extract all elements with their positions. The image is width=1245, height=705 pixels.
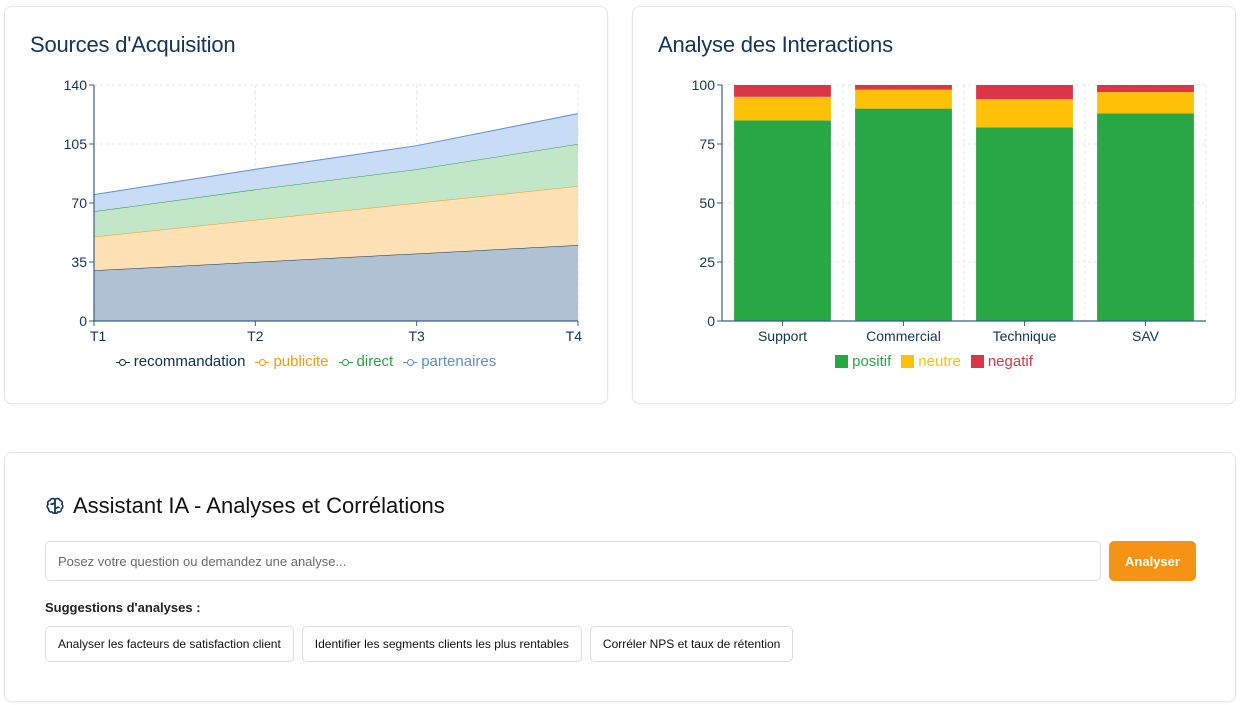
- y-tick-label: 50: [699, 195, 715, 211]
- bar-technique-negatif: [976, 85, 1073, 100]
- legend-label: partenaires: [421, 353, 497, 370]
- x-tick-label: T1: [90, 328, 107, 344]
- y-tick-label: 35: [71, 254, 87, 270]
- suggestion-profitable-segments-button[interactable]: Identifier les segments clients les plus…: [301, 626, 582, 662]
- bar-technique-positif: [976, 127, 1073, 321]
- legend-label: direct: [356, 353, 394, 370]
- y-tick-label: 75: [699, 136, 715, 152]
- x-tick-label: SAV: [1132, 328, 1160, 344]
- ai-assistant-heading: Assistant IA - Analyses et Corrélations: [45, 493, 445, 519]
- bar-sav-negatif: [1097, 85, 1194, 93]
- y-tick-label: 100: [692, 77, 716, 93]
- y-tick-label: 0: [79, 313, 87, 329]
- y-tick-label: 0: [707, 313, 715, 329]
- legend-square-icon: [901, 355, 915, 368]
- legend-line-marker-icon: [338, 357, 353, 367]
- interactions-legend: positif neutre negatif: [633, 353, 1235, 370]
- x-tick-label: T2: [247, 328, 264, 344]
- legend-line-marker-icon: [403, 357, 418, 367]
- acquisition-card: Sources d'Acquisition 0 35 70 105 140 T1 T2 T3 T…: [4, 6, 608, 404]
- legend-item-positif[interactable]: positif: [835, 353, 891, 370]
- interactions-card: Analyse des Interactions 0 25 50 75 100 Suppo…: [632, 6, 1236, 404]
- legend-item-neutre[interactable]: neutre: [901, 353, 961, 370]
- bar-sav-neutre: [1097, 92, 1194, 114]
- x-tick-label: Commercial: [866, 328, 941, 344]
- acquisition-legend: recommandation publicite direct partenaires: [5, 353, 607, 370]
- suggestions-list: Analyser les facteurs de satisfaction cl…: [45, 626, 794, 662]
- legend-label: neutre: [918, 353, 961, 370]
- legend-line-marker-icon: [255, 357, 270, 367]
- ai-assistant-title: Assistant IA - Analyses et Corrélations: [73, 493, 445, 518]
- legend-label: recommandation: [133, 353, 246, 370]
- legend-item-direct[interactable]: direct: [338, 353, 394, 370]
- y-tick-label: 70: [71, 195, 87, 211]
- legend-label: negatif: [987, 353, 1033, 370]
- bar-commercial-negatif: [855, 85, 952, 90]
- suggestion-nps-retention-button[interactable]: Corréler NPS et taux de rétention: [589, 626, 794, 662]
- brain-icon: [46, 497, 64, 515]
- bar-support-negatif: [734, 85, 831, 97]
- legend-item-recommandation[interactable]: recommandation: [115, 353, 246, 370]
- y-tick-label: 140: [64, 77, 88, 93]
- x-tick-label: Support: [758, 328, 807, 344]
- legend-label: publicite: [273, 353, 329, 370]
- analysis-query-input[interactable]: [45, 541, 1101, 581]
- legend-line-marker-icon: [115, 357, 130, 367]
- bar-commercial-neutre: [855, 89, 952, 109]
- bar-support-neutre: [734, 96, 831, 121]
- legend-item-partenaires[interactable]: partenaires: [403, 353, 496, 370]
- legend-label: positif: [852, 353, 892, 370]
- analyze-button[interactable]: Analyser: [1109, 541, 1196, 581]
- bar-commercial-positif: [855, 108, 952, 321]
- legend-item-publicite[interactable]: publicite: [255, 353, 329, 370]
- x-tick-label: T4: [566, 328, 583, 344]
- x-tick-label: Technique: [993, 328, 1057, 344]
- suggestions-label: Suggestions d'analyses :: [45, 600, 201, 615]
- y-tick-label: 25: [699, 254, 715, 270]
- suggestion-satisfaction-factors-button[interactable]: Analyser les facteurs de satisfaction cl…: [45, 626, 294, 662]
- acquisition-area-chart: 0 35 70 105 140 T1 T2 T3 T4: [64, 77, 583, 344]
- interactions-bar-chart: 0 25 50 75 100 Support Commercial Technique SAV: [692, 77, 1207, 344]
- y-tick-label: 105: [64, 136, 88, 152]
- ai-assistant-card: Assistant IA - Analyses et Corrélations …: [4, 452, 1236, 702]
- legend-square-icon: [970, 355, 984, 368]
- bar-support-positif: [734, 120, 831, 322]
- x-tick-label: T3: [408, 328, 425, 344]
- legend-item-negatif[interactable]: negatif: [970, 353, 1033, 370]
- legend-square-icon: [835, 355, 849, 368]
- bar-sav-positif: [1097, 113, 1194, 321]
- bar-technique-neutre: [976, 99, 1073, 128]
